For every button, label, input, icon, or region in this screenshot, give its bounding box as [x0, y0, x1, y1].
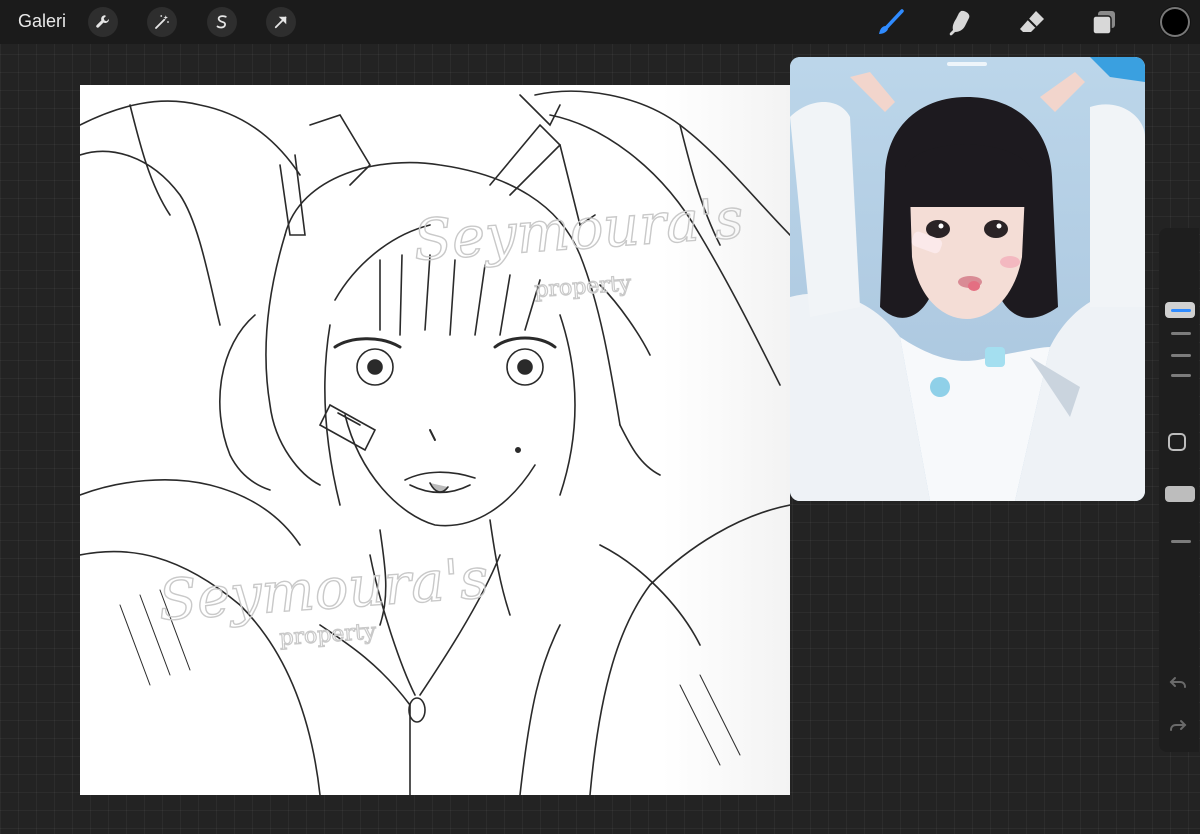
brush-size-slider[interactable]	[1163, 298, 1195, 408]
brush-tool[interactable]	[874, 7, 906, 39]
smudge-icon	[949, 10, 970, 36]
redo-button[interactable]	[1167, 716, 1189, 736]
undo-arrow-icon	[1169, 677, 1186, 688]
color-picker-button[interactable]	[1160, 7, 1190, 37]
redo-arrow-icon	[1170, 720, 1187, 731]
brush-opacity-thumb[interactable]	[1165, 486, 1195, 502]
reference-photo	[790, 57, 1145, 501]
brush-size-indicator	[1171, 309, 1191, 312]
modify-button[interactable]	[1168, 433, 1186, 451]
smudge-tool[interactable]	[944, 7, 976, 39]
transform-button[interactable]	[266, 7, 296, 37]
line-art-sketch: Seymoura's property Seymoura's property	[80, 90, 790, 795]
actions-button[interactable]	[88, 7, 118, 37]
actions-wrench-icon	[96, 15, 110, 28]
reference-window[interactable]	[790, 57, 1145, 501]
watermark-top-line1: Seymoura's	[411, 186, 745, 274]
brush-icon	[879, 9, 904, 34]
size-tick	[1171, 354, 1191, 357]
opacity-tick	[1171, 540, 1191, 543]
selection-s-icon	[216, 15, 227, 29]
layers-icon	[1092, 11, 1115, 35]
watermark-top-line2: property	[534, 271, 633, 303]
selection-button[interactable]	[207, 7, 237, 37]
transform-arrow-icon	[274, 16, 287, 29]
eraser-icon	[1020, 11, 1044, 32]
adjustments-button[interactable]	[147, 7, 177, 37]
eraser-tool[interactable]	[1016, 7, 1048, 39]
reference-drag-handle[interactable]	[947, 62, 987, 66]
drawing-canvas[interactable]: Seymoura's property Seymoura's property	[80, 85, 790, 795]
watermark-bottom-line1: Seymoura's	[156, 546, 490, 634]
brush-sidebar	[1159, 228, 1199, 752]
adjustments-wand-icon	[155, 15, 169, 29]
size-tick	[1171, 332, 1191, 335]
size-tick	[1171, 374, 1191, 377]
gallery-button[interactable]: Galeri	[18, 11, 66, 32]
layers-tool[interactable]	[1088, 7, 1120, 39]
undo-button[interactable]	[1167, 673, 1189, 693]
brush-opacity-slider[interactable]	[1163, 468, 1195, 578]
top-toolbar: Galeri	[0, 0, 1200, 44]
